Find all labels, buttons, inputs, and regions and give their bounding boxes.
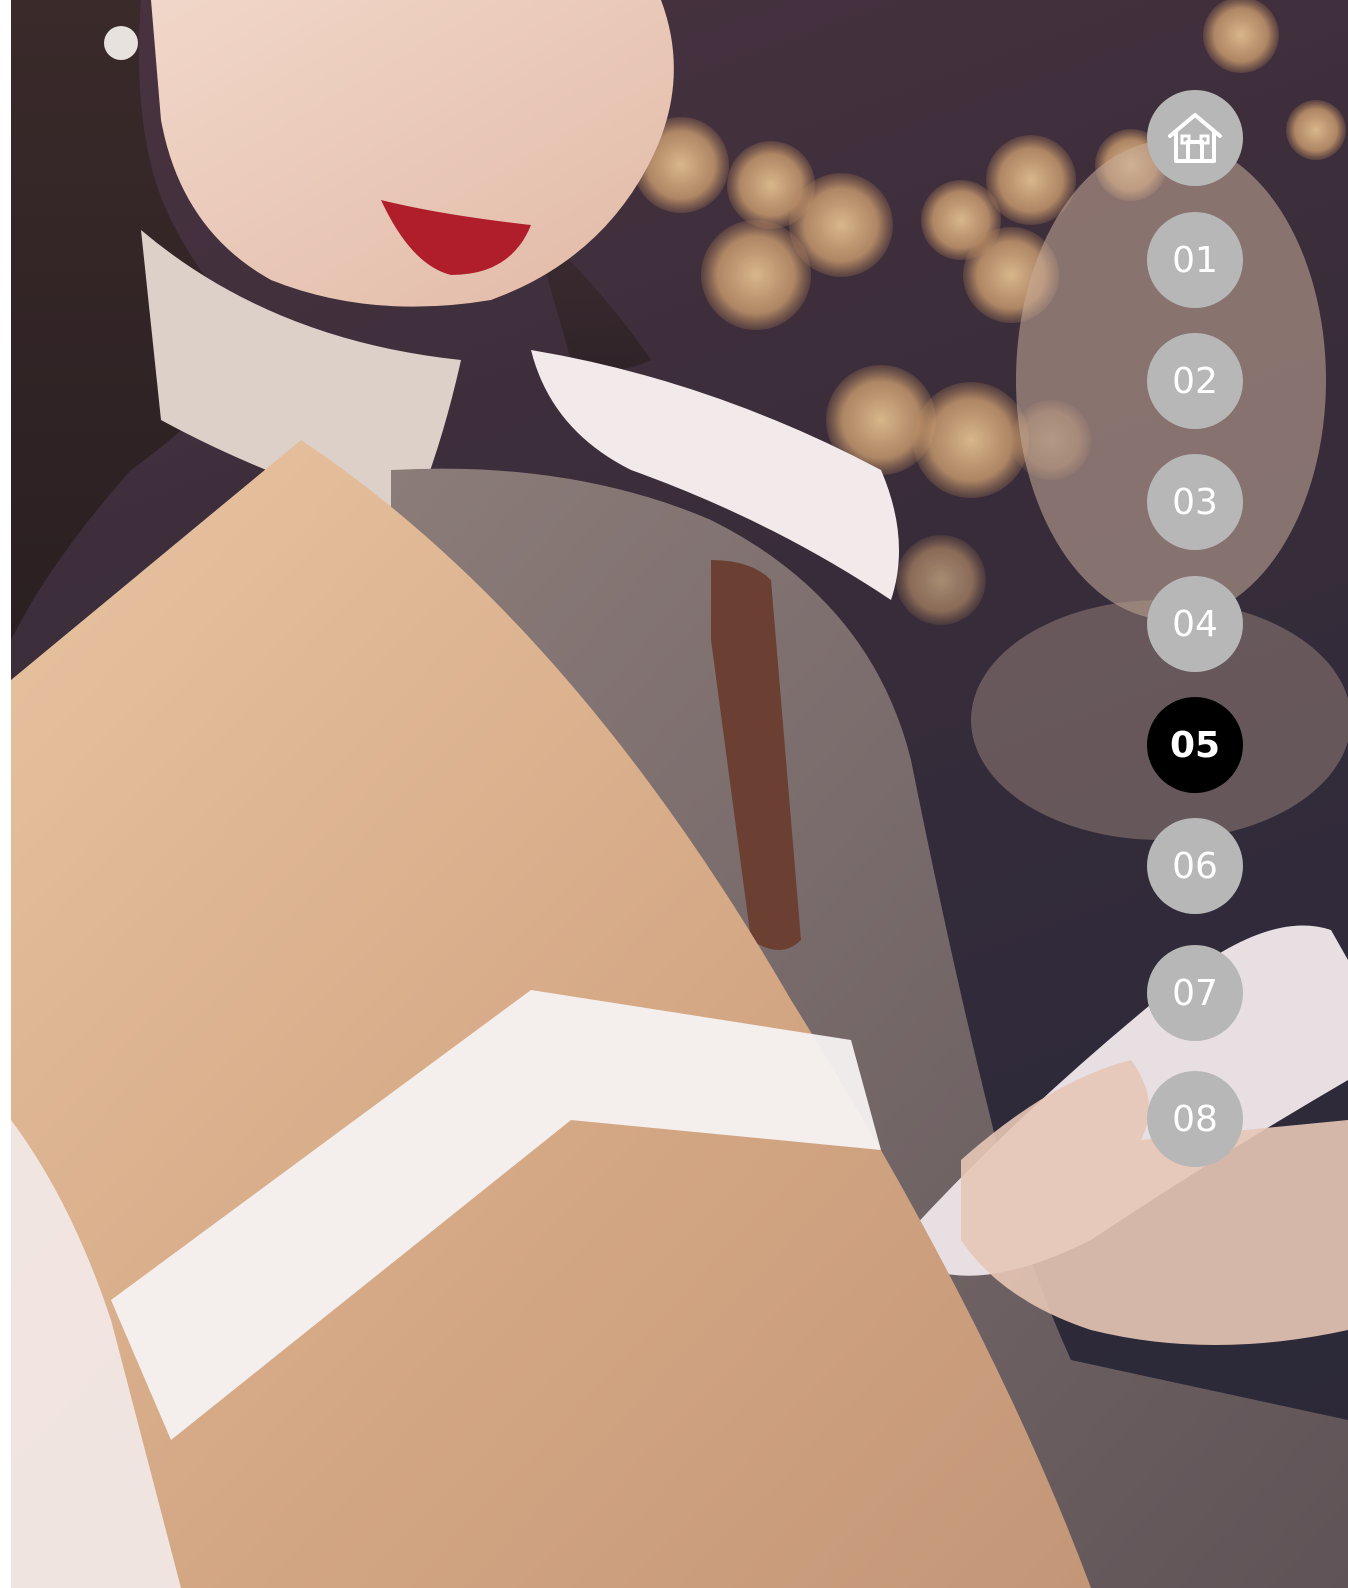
page-button-label: 03 (1172, 481, 1218, 523)
page: 01 02 03 04 05 06 07 08 (0, 0, 1348, 1588)
home-icon (1164, 107, 1226, 169)
page-button-05-active[interactable]: 05 (1147, 697, 1243, 793)
page-button-02[interactable]: 02 (1147, 333, 1243, 429)
page-button-01[interactable]: 01 (1147, 212, 1243, 308)
page-button-label: 05 (1169, 724, 1221, 766)
page-button-07[interactable]: 07 (1147, 945, 1243, 1041)
page-button-label: 04 (1172, 603, 1218, 645)
page-button-label: 06 (1172, 845, 1218, 887)
page-navigator: 01 02 03 04 05 06 07 08 (1147, 0, 1243, 1588)
page-button-06[interactable]: 06 (1147, 818, 1243, 914)
page-button-label: 01 (1172, 239, 1218, 281)
page-button-label: 07 (1172, 972, 1218, 1014)
page-button-04[interactable]: 04 (1147, 576, 1243, 672)
page-button-label: 02 (1172, 360, 1218, 402)
home-button[interactable] (1147, 90, 1243, 186)
page-button-label: 08 (1172, 1098, 1218, 1140)
page-button-08[interactable]: 08 (1147, 1071, 1243, 1167)
page-button-03[interactable]: 03 (1147, 454, 1243, 550)
